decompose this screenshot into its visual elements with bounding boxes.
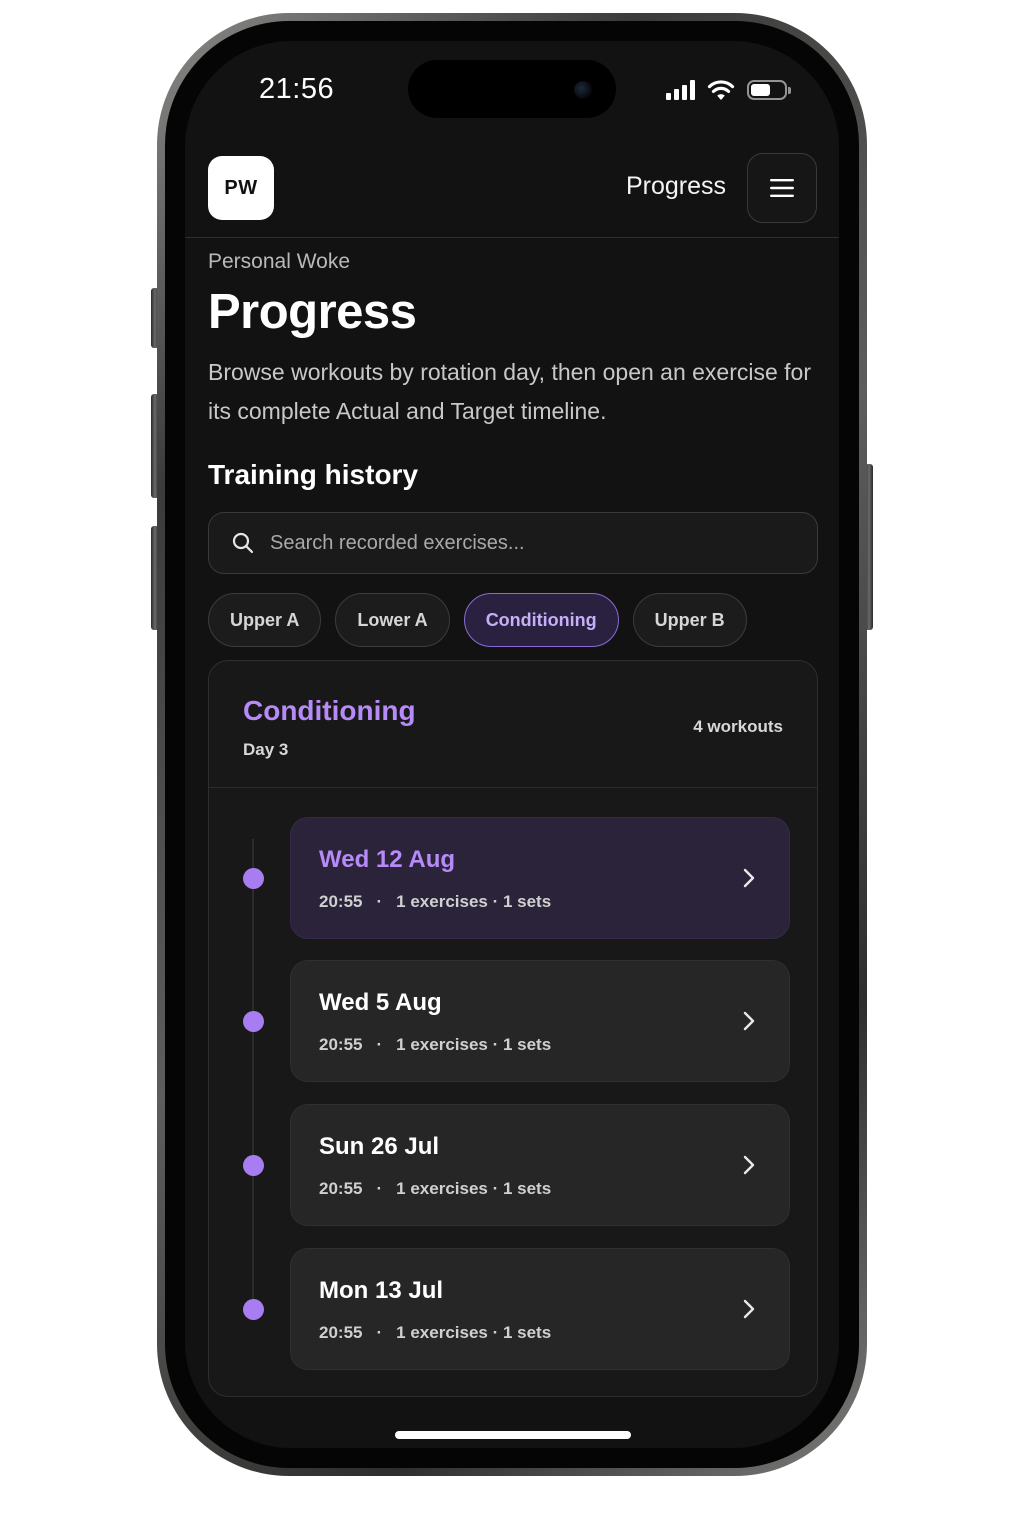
chevron-right-icon [743,1299,755,1319]
workout-date: Mon 13 Jul [319,1277,444,1304]
search-bar[interactable] [208,512,818,574]
workout-meta: 20:55 · 1 exercises · 1 sets [319,1035,551,1055]
workout-summary: 1 exercises · 1 sets [396,892,552,911]
workout-summary: 1 exercises · 1 sets [396,1035,552,1054]
workout-group-card: Conditioning Day 3 4 workouts Wed 12 Aug… [208,660,818,1397]
workout-date: Wed 5 Aug [319,989,442,1016]
front-camera [574,81,592,99]
workout-meta: 20:55 · 1 exercises · 1 sets [319,892,551,912]
workout-time: 20:55 [319,1179,363,1198]
menu-button[interactable] [747,153,817,223]
group-day: Day 3 [243,740,289,759]
meta-separator: · [376,892,383,911]
group-header: Conditioning Day 3 4 workouts [209,661,817,788]
workout-time: 20:55 [319,892,363,911]
status-icons [666,79,791,101]
filter-chip-upper-a[interactable]: Upper A [208,593,322,647]
meta-separator: · [376,1323,383,1342]
group-title: Conditioning [243,695,416,726]
page-title: Progress [208,285,417,339]
menu-icon [770,179,794,197]
workout-item[interactable]: Mon 13 Jul 20:55 · 1 exercises · 1 sets [290,1248,790,1370]
workout-meta: 20:55 · 1 exercises · 1 sets [319,1323,551,1343]
timeline-dot [243,1299,264,1320]
workout-time: 20:55 [319,1323,363,1342]
workout-date: Sun 26 Jul [319,1133,440,1160]
header-title: Progress [625,172,726,200]
battery-level [751,84,771,96]
app-name-eyebrow: Personal Woke [208,250,351,273]
workout-summary: 1 exercises · 1 sets [396,1179,552,1198]
workout-meta: 20:55 · 1 exercises · 1 sets [319,1179,551,1199]
workout-item[interactable]: Wed 12 Aug 20:55 · 1 exercises · 1 sets [290,817,790,939]
app-logo[interactable]: PW [208,156,274,220]
chevron-right-icon [743,868,755,888]
home-indicator[interactable] [395,1431,631,1439]
workout-summary: 1 exercises · 1 sets [396,1323,552,1342]
timeline-dot [243,1155,264,1176]
timeline-dot [243,1011,264,1032]
rotation-filter-chips: Upper A Lower A Conditioning Upper B [208,593,747,647]
phone-screen: 21:56 PW Progress Personal Woke Progress… [185,41,839,1448]
timeline-line [252,839,254,1309]
battery-icon [747,80,791,100]
search-input[interactable] [270,531,790,555]
wifi-icon [707,80,735,100]
filter-chip-conditioning[interactable]: Conditioning [463,593,619,647]
workout-item[interactable]: Sun 26 Jul 20:55 · 1 exercises · 1 sets [290,1104,790,1226]
workout-time: 20:55 [319,1035,363,1054]
workout-item[interactable]: Wed 5 Aug 20:55 · 1 exercises · 1 sets [290,960,790,1082]
search-icon [232,532,254,554]
header-divider [185,237,839,238]
filter-chip-lower-a[interactable]: Lower A [335,593,450,647]
workout-date: Wed 12 Aug [319,846,456,873]
meta-separator: · [376,1179,383,1198]
chevron-right-icon [743,1155,755,1175]
meta-separator: · [376,1035,383,1054]
timeline-dot [243,868,264,889]
status-time: 21:56 [259,73,335,105]
page-description: Browse workouts by rotation day, then op… [208,359,812,424]
signal-icon [666,80,695,100]
chevron-right-icon [743,1011,755,1031]
section-title-training-history: Training history [208,459,419,490]
filter-chip-upper-b[interactable]: Upper B [632,593,747,647]
workout-count: 4 workouts [693,717,783,736]
